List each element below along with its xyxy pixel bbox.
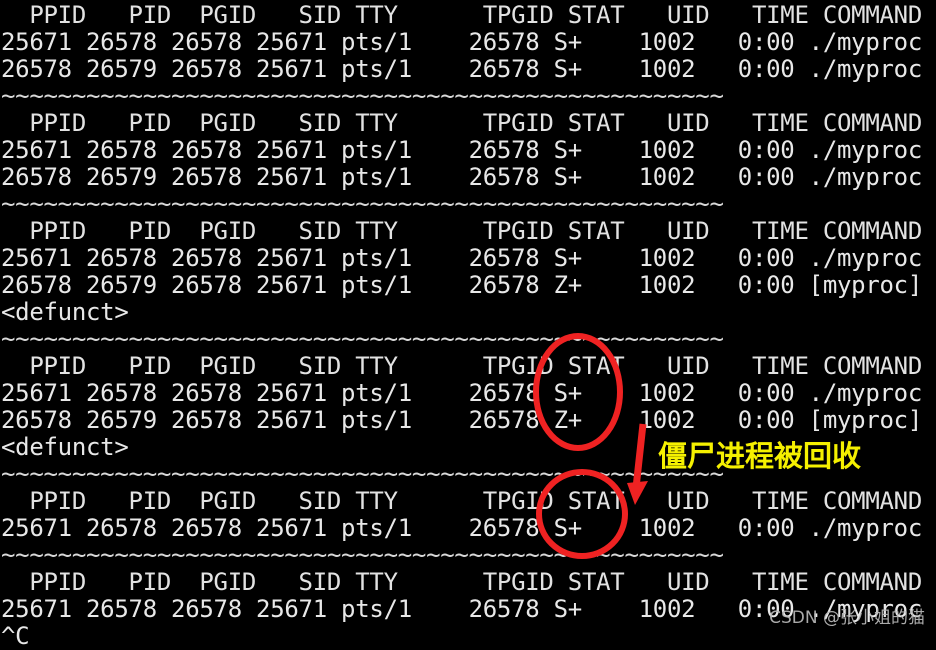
terminal-line-defunct: <defunct>: [1, 298, 129, 326]
terminal-separator-line: ~~~~~~~~~~~~~~~~~~~~~~~~~~~~~~~~~~~~~~~~…: [1, 541, 724, 569]
terminal-separator-line: ~~~~~~~~~~~~~~~~~~~~~~~~~~~~~~~~~~~~~~~~…: [1, 190, 724, 218]
terminal-line: 25671 26578 26578 25671 pts/1 26578 S+ 1…: [1, 28, 922, 56]
terminal-separator-line: ~~~~~~~~~~~~~~~~~~~~~~~~~~~~~~~~~~~~~~~~…: [1, 325, 724, 353]
terminal-separator-line: ~~~~~~~~~~~~~~~~~~~~~~~~~~~~~~~~~~~~~~~~…: [1, 82, 724, 110]
csdn-watermark: CSDN @张小姐的猫: [769, 608, 925, 628]
terminal-line: 25671 26578 26578 25671 pts/1 26578 S+ 1…: [1, 244, 922, 272]
terminal-output[interactable]: PPID PID PGID SID TTY TPGID STAT UID TIM…: [0, 0, 936, 650]
terminal-line: PPID PID PGID SID TTY TPGID STAT UID TIM…: [1, 1, 922, 29]
terminal-line: 26578 26579 26578 25671 pts/1 26578 S+ 1…: [1, 55, 922, 83]
terminal-line: 26578 26579 26578 25671 pts/1 26578 S+ 1…: [1, 163, 922, 191]
terminal-line: 26578 26579 26578 25671 pts/1 26578 Z+ 1…: [1, 271, 922, 299]
terminal-line: PPID PID PGID SID TTY TPGID STAT UID TIM…: [1, 487, 922, 515]
terminal-line: PPID PID PGID SID TTY TPGID STAT UID TIM…: [1, 568, 922, 596]
terminal-line: PPID PID PGID SID TTY TPGID STAT UID TIM…: [1, 109, 922, 137]
terminal-line: 25671 26578 26578 25671 pts/1 26578 S+ 1…: [1, 136, 922, 164]
terminal-line: PPID PID PGID SID TTY TPGID STAT UID TIM…: [1, 217, 922, 245]
terminal-line: 25671 26578 26578 25671 pts/1 26578 S+ 1…: [1, 379, 922, 407]
terminal-line: 26578 26579 26578 25671 pts/1 26578 Z+ 1…: [1, 406, 922, 434]
terminal-screenshot: PPID PID PGID SID TTY TPGID STAT UID TIM…: [0, 0, 936, 650]
terminal-line: 25671 26578 26578 25671 pts/1 26578 S+ 1…: [1, 514, 922, 542]
zombie-reaped-note: 僵尸进程被回收: [658, 439, 862, 473]
terminal-line: PPID PID PGID SID TTY TPGID STAT UID TIM…: [1, 352, 922, 380]
